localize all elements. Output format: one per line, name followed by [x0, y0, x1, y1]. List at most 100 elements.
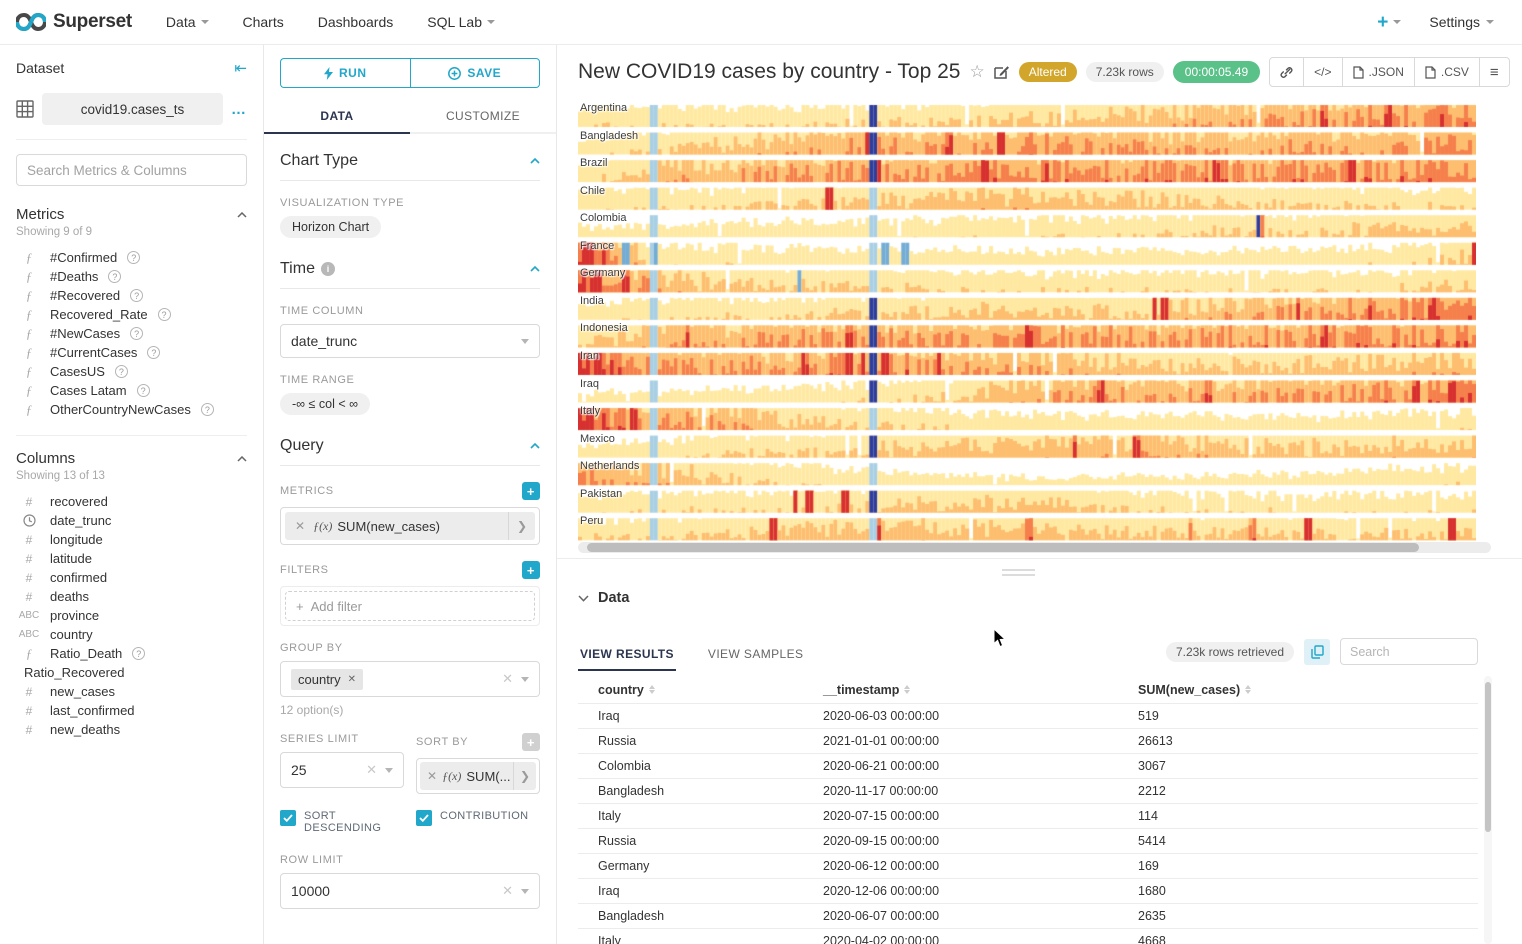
save-button[interactable]: SAVE	[410, 58, 541, 88]
results-search-input[interactable]	[1340, 638, 1478, 665]
field-item-date-trunc[interactable]: date_trunc	[16, 511, 247, 530]
column-header-sum-new-cases[interactable]: SUM(new_cases)	[1138, 683, 1478, 697]
run-button[interactable]: RUN	[280, 58, 410, 88]
chart-menu-button[interactable]: ≡	[1480, 58, 1509, 86]
nav-item-data[interactable]: Data	[166, 14, 209, 30]
copy-data-button[interactable]	[1304, 639, 1330, 665]
favorite-star-icon[interactable]: ☆	[969, 62, 984, 82]
superset-logo[interactable]: Superset	[16, 11, 132, 33]
tab-view-results[interactable]: VIEW RESULTS	[578, 639, 676, 671]
table-row[interactable]: Russia2020-09-15 00:00:005414	[578, 828, 1478, 853]
field-item--currentcases[interactable]: ƒ#CurrentCases?	[16, 343, 247, 362]
sort-expand-icon[interactable]: ❯	[513, 762, 536, 790]
table-row[interactable]: Bangladesh2020-06-07 00:00:002635	[578, 903, 1478, 928]
field-item-cases-latam[interactable]: ƒCases Latam?	[16, 381, 247, 400]
contribution-checkbox[interactable]	[416, 810, 432, 826]
field-item-ratio-recovered[interactable]: Ratio_Recovered	[16, 663, 247, 682]
sort-descending-checkbox[interactable]	[280, 810, 296, 826]
table-row[interactable]: Italy2020-04-02 00:00:004668	[578, 928, 1478, 944]
nav-item-dashboards[interactable]: Dashboards	[318, 14, 394, 30]
nav-item-sql-lab[interactable]: SQL Lab	[427, 14, 495, 30]
chevron-up-icon[interactable]	[237, 212, 247, 218]
field-item-new-cases[interactable]: #new_cases	[16, 682, 247, 701]
altered-badge[interactable]: Altered	[1019, 62, 1077, 82]
tab-data[interactable]: DATA	[264, 100, 410, 132]
chevron-up-icon[interactable]	[530, 158, 540, 164]
field-item-country[interactable]: ABCcountry	[16, 625, 247, 644]
tab-view-samples[interactable]: VIEW SAMPLES	[706, 639, 806, 671]
remove-metric-icon[interactable]: ✕	[285, 519, 313, 533]
embed-code-button[interactable]: </>	[1304, 58, 1342, 86]
help-icon: ?	[130, 289, 143, 302]
group-by-select[interactable]: country ✕ ✕	[280, 661, 540, 697]
field-item--deaths[interactable]: ƒ#Deaths?	[16, 267, 247, 286]
chevron-up-icon[interactable]	[530, 443, 540, 449]
edit-properties-icon[interactable]	[994, 64, 1010, 80]
add-filter-button[interactable]: + Add filter	[285, 591, 535, 621]
resize-handle[interactable]	[1002, 569, 1035, 579]
field-item--newcases[interactable]: ƒ#NewCases?	[16, 324, 247, 343]
export-json-button[interactable]: .JSON	[1343, 58, 1415, 86]
time-section-title[interactable]: Time	[280, 260, 315, 278]
time-column-select[interactable]: date_trunc	[280, 324, 540, 358]
field-item-recovered-rate[interactable]: ƒRecovered_Rate?	[16, 305, 247, 324]
share-link-button[interactable]	[1270, 58, 1304, 86]
chevron-up-icon[interactable]	[237, 456, 247, 462]
field-item-othercountrynewcases[interactable]: ƒOtherCountryNewCases?	[16, 400, 247, 419]
remove-tag-icon[interactable]: ✕	[348, 674, 356, 685]
field-item-longitude[interactable]: #longitude	[16, 530, 247, 549]
table-row[interactable]: Iraq2020-12-06 00:00:001680	[578, 878, 1478, 903]
scrollbar-thumb[interactable]	[587, 543, 1419, 552]
remove-sort-icon[interactable]: ✕	[420, 769, 442, 783]
table-row[interactable]: Colombia2020-06-21 00:00:003067	[578, 753, 1478, 778]
chevron-up-icon[interactable]	[530, 266, 540, 272]
horizon-chart[interactable]: ArgentinaBangladeshBrazilChileColombiaFr…	[578, 100, 1478, 541]
nav-item-charts[interactable]: Charts	[243, 14, 284, 30]
field-item--recovered[interactable]: ƒ#Recovered?	[16, 286, 247, 305]
column-header-timestamp[interactable]: __timestamp	[823, 683, 1138, 697]
new-item-dropdown[interactable]: +	[1377, 13, 1401, 32]
field-item-last-confirmed[interactable]: #last_confirmed	[16, 701, 247, 720]
field-item--confirmed[interactable]: ƒ#Confirmed?	[16, 248, 247, 267]
chart-type-section-title[interactable]: Chart Type	[280, 152, 358, 170]
table-row[interactable]: Russia2021-01-01 00:00:0026613	[578, 728, 1478, 753]
export-csv-button[interactable]: .CSV	[1415, 58, 1480, 86]
field-item-confirmed[interactable]: #confirmed	[16, 568, 247, 587]
metric-pill[interactable]: ✕ ƒ(x) SUM(new_cases) ❯	[285, 512, 535, 540]
field-item-recovered[interactable]: #recovered	[16, 492, 247, 511]
table-row[interactable]: Germany2020-06-12 00:00:00169	[578, 853, 1478, 878]
table-row[interactable]: Iraq2020-06-03 00:00:00519	[578, 703, 1478, 728]
column-header-country[interactable]: country	[578, 683, 823, 697]
field-name: date_trunc	[50, 513, 111, 528]
dataset-more-icon[interactable]: …	[231, 101, 247, 118]
field-item-ratio-death[interactable]: ƒRatio_Death?	[16, 644, 247, 663]
field-item-deaths[interactable]: #deaths	[16, 587, 247, 606]
viz-type-value[interactable]: Horizon Chart	[280, 216, 381, 238]
field-item-latitude[interactable]: #latitude	[16, 549, 247, 568]
table-row[interactable]: Italy2020-07-15 00:00:00114	[578, 803, 1478, 828]
clear-icon[interactable]: ✕	[366, 762, 377, 778]
clear-icon[interactable]: ✕	[502, 883, 513, 899]
time-range-value[interactable]: -∞ ≤ col < ∞	[280, 393, 370, 415]
table-row[interactable]: Bangladesh2020-11-17 00:00:002212	[578, 778, 1478, 803]
field-item-casesus[interactable]: ƒCasesUS?	[16, 362, 247, 381]
data-section-toggle[interactable]: Data	[578, 590, 1522, 606]
dataset-name[interactable]: covid19.cases_ts	[42, 93, 223, 125]
scrollbar-thumb[interactable]	[1485, 682, 1491, 832]
field-item-province[interactable]: ABCprovince	[16, 606, 247, 625]
collapse-panel-icon[interactable]: ⇤	[234, 59, 247, 77]
query-section-title[interactable]: Query	[280, 437, 324, 455]
add-sort-by-button[interactable]: +	[522, 733, 540, 751]
row-limit-select[interactable]: 10000 ✕	[280, 873, 540, 909]
settings-dropdown[interactable]: Settings	[1429, 14, 1494, 30]
metrics-columns-search-input[interactable]	[16, 154, 247, 186]
add-filter-plus-button[interactable]: +	[522, 561, 540, 579]
tab-customize[interactable]: CUSTOMIZE	[410, 100, 556, 132]
clear-icon[interactable]: ✕	[502, 671, 513, 687]
metric-expand-icon[interactable]: ❯	[508, 512, 535, 540]
field-item-new-deaths[interactable]: #new_deaths	[16, 720, 247, 739]
info-icon: i	[321, 262, 335, 276]
series-limit-select[interactable]: 25 ✕	[280, 752, 404, 788]
sort-by-pill[interactable]: ✕ ƒ(x) SUM(... ❯	[420, 762, 536, 790]
add-metric-button[interactable]: +	[522, 482, 540, 500]
